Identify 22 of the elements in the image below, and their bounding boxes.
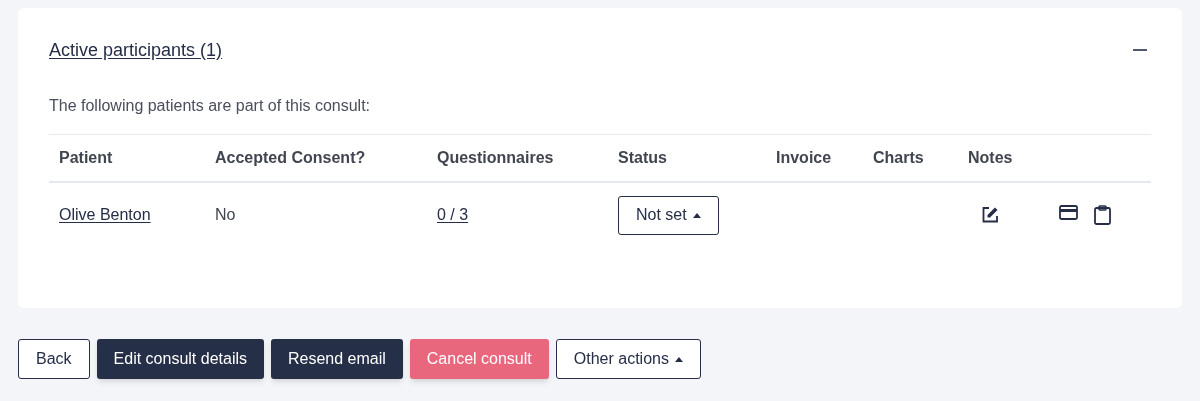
section-title[interactable]: Active participants (1) [49, 36, 223, 64]
caret-icon [692, 212, 701, 218]
column-header: Status [618, 148, 667, 168]
column-header: Accepted Consent? [215, 148, 366, 168]
patient-link[interactable]: Olive Benton [59, 203, 151, 227]
action-button[interactable]: Back [18, 339, 90, 379]
column-header: Patient [59, 148, 113, 168]
column-header: Invoice [776, 148, 832, 168]
edit-icon[interactable] [981, 206, 999, 224]
clipboard-icon[interactable] [1094, 205, 1111, 225]
action-button[interactable]: Edit consult details [96, 339, 264, 379]
questionnaires-link[interactable]: 0 / 3 [437, 203, 469, 227]
caret-icon [674, 356, 683, 362]
actions-dropdown[interactable]: Other actions [555, 339, 701, 379]
intro-text: The following patients are part of this consult: [49, 96, 372, 116]
table-cell-text: No [215, 205, 236, 225]
action-button[interactable]: Resend email [271, 339, 403, 379]
column-header: Charts [873, 148, 924, 168]
status-dropdown[interactable]: Not set [618, 195, 719, 235]
credit-card-icon[interactable] [1059, 205, 1078, 220]
column-header: Notes [968, 148, 1013, 168]
column-header: Questionnaires [437, 148, 554, 168]
